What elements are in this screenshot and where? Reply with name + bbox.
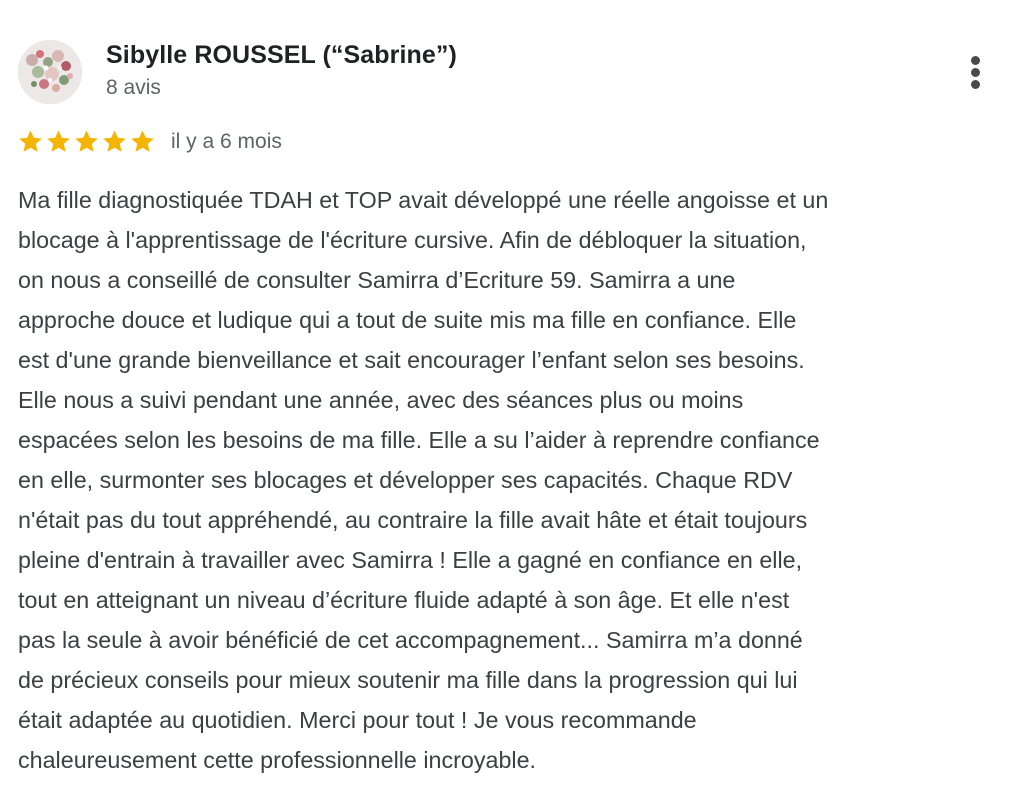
review-text-line: Elle nous a suivi pendant une année, ave… <box>18 387 744 413</box>
star-icon <box>19 130 42 152</box>
review-text-line: pas la seule à avoir bénéficié de cet ac… <box>18 627 803 653</box>
review-text-line: pleine d'entrain à travailler avec Samir… <box>18 547 803 573</box>
star-icon <box>103 130 126 152</box>
review-text-line: approche douce et ludique qui a tout de … <box>18 307 797 333</box>
star-rating <box>17 128 156 156</box>
author-name[interactable]: Sibylle ROUSSEL (“Sabrine”) <box>106 41 457 70</box>
star-icon <box>75 130 98 152</box>
review-text-line: de précieux conseils pour mieux soutenir… <box>18 667 798 693</box>
review-text-line: espacées selon les besoins de ma fille. … <box>18 427 820 453</box>
floral-globe-avatar-icon <box>18 40 82 104</box>
review-text-line: chaleureusement cette professionnelle in… <box>18 747 537 773</box>
star-icon <box>47 130 70 152</box>
review-time: il y a 6 mois <box>171 130 282 153</box>
star-icon <box>131 130 154 152</box>
review-text-line: on nous a conseillé de consulter Samirra… <box>18 267 736 293</box>
review-text-line: n'était pas du tout appréhendé, au contr… <box>18 507 808 533</box>
more-options-button[interactable] <box>956 50 996 94</box>
review-text-line: tout en atteignant un niveau d’écriture … <box>18 587 790 613</box>
review-text-line: blocage à l'apprentissage de l'écriture … <box>18 227 807 253</box>
review-text-line: est d'une grande bienveillance et sait e… <box>18 347 805 373</box>
author-review-count: 8 avis <box>106 76 161 99</box>
review-text: Ma fille diagnostiquée TDAH et TOP avait… <box>18 180 1003 780</box>
review-card: Sibylle ROUSSEL (“Sabrine”) 8 avis il y … <box>0 0 1014 806</box>
author-avatar[interactable] <box>18 40 82 104</box>
review-text-line: Ma fille diagnostiquée TDAH et TOP avait… <box>18 187 829 213</box>
review-text-line: était adaptée au quotidien. Merci pour t… <box>18 707 697 733</box>
review-text-line: en elle, surmonter ses blocages et dével… <box>18 467 793 493</box>
